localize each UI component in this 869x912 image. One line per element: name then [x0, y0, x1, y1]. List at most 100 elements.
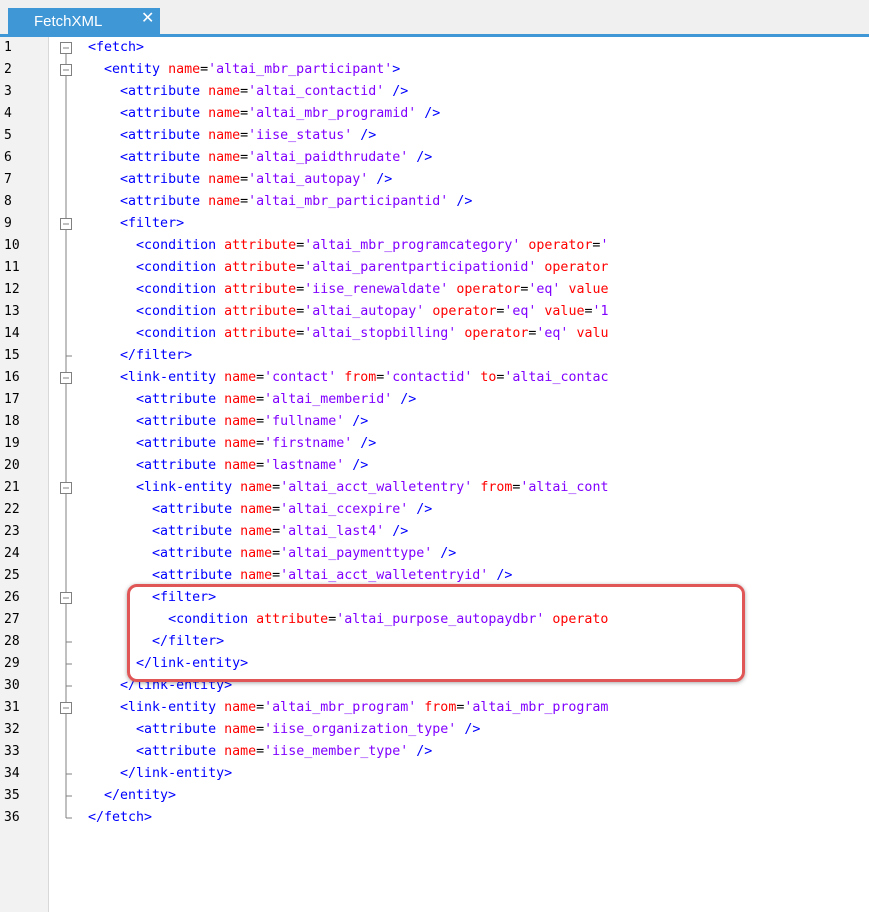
- xml-tag: />: [352, 458, 369, 473]
- fold-guide: [48, 433, 88, 455]
- code-line: 6 <attribute name='altai_paidthrudate' /…: [0, 147, 869, 169]
- xml-tag: <attribute: [120, 84, 201, 99]
- xml-attribute-name: operator: [432, 304, 497, 319]
- xml-tag: >: [392, 62, 401, 77]
- code-text: <fetch>: [88, 37, 144, 59]
- xml-text: [160, 62, 168, 77]
- xml-attribute-value: ': [600, 238, 609, 253]
- xml-tag: />: [416, 502, 433, 517]
- xml-tag: <condition: [136, 326, 217, 341]
- xml-tag: <attribute: [136, 744, 217, 759]
- xml-attribute-value: 'altai_contac: [504, 370, 609, 385]
- xml-text: =: [296, 304, 305, 319]
- fold-toggle-icon[interactable]: [48, 697, 88, 719]
- xml-tag: />: [416, 744, 433, 759]
- line-number: 17: [4, 392, 20, 407]
- xml-text: =: [256, 700, 265, 715]
- xml-text: [200, 128, 208, 143]
- xml-attribute-value: 'altai_autopay': [248, 172, 369, 187]
- fold-guide: [48, 257, 88, 279]
- xml-attribute-name: name: [240, 502, 273, 517]
- code-line: 16 <link-entity name='contact' from='con…: [0, 367, 869, 389]
- xml-tag: />: [464, 722, 481, 737]
- fold-toggle-icon[interactable]: [48, 477, 88, 499]
- xml-attribute-name: attribute: [224, 282, 297, 297]
- xml-attribute-name: operator: [456, 282, 521, 297]
- line-number: 3: [4, 84, 12, 99]
- xml-text: =: [240, 172, 249, 187]
- xml-attribute-value: 'altai_memberid': [264, 392, 393, 407]
- xml-tag: <attribute: [152, 524, 233, 539]
- close-icon[interactable]: ✕: [141, 10, 154, 28]
- xml-text: [232, 524, 240, 539]
- fold-toggle-icon[interactable]: [48, 37, 88, 59]
- code-line: 8 <attribute name='altai_mbr_participant…: [0, 191, 869, 213]
- xml-text: =: [296, 260, 305, 275]
- line-number: 22: [4, 502, 20, 517]
- fold-guide: [48, 389, 88, 411]
- xml-attribute-name: name: [208, 150, 241, 165]
- xml-attribute-value: 'altai_mbr_participant': [208, 62, 393, 77]
- xml-attribute-value: 'iise_organization_type': [264, 722, 457, 737]
- code-line: 17 <attribute name='altai_memberid' />: [0, 389, 869, 411]
- code-text: <attribute name='altai_mbr_programid' />: [88, 103, 440, 125]
- xml-attribute-name: name: [224, 744, 257, 759]
- code-line: 11 <condition attribute='altai_parentpar…: [0, 257, 869, 279]
- xml-tag: />: [360, 128, 377, 143]
- code-line: 10 <condition attribute='altai_mbr_progr…: [0, 235, 869, 257]
- xml-text: =: [256, 744, 265, 759]
- xml-tag: <attribute: [120, 106, 201, 121]
- line-number: 34: [4, 766, 20, 781]
- xml-attribute-name: attribute: [224, 238, 297, 253]
- xml-tag: </link-entity>: [120, 766, 233, 781]
- xml-attribute-value: 'altai_stopbilling': [304, 326, 457, 341]
- xml-attribute-name: name: [240, 568, 273, 583]
- fold-toggle-icon[interactable]: [48, 367, 88, 389]
- code-line: 36 </fetch>: [0, 807, 869, 829]
- code-text: <attribute name='firstname' />: [88, 433, 376, 455]
- fold-guide: [48, 125, 88, 147]
- fold-guide: [48, 411, 88, 433]
- xml-tag: />: [392, 84, 409, 99]
- line-number: 7: [4, 172, 12, 187]
- xml-attribute-name: value: [568, 282, 609, 297]
- line-number: 21: [4, 480, 20, 495]
- tab-label: FetchXML: [34, 13, 103, 30]
- tab-fetchxml[interactable]: FetchXML ✕: [8, 8, 160, 34]
- xml-text: =: [256, 722, 265, 737]
- code-text: </entity>: [88, 785, 176, 807]
- xml-attribute-value: 'iise_status': [248, 128, 353, 143]
- xml-text: =: [256, 414, 265, 429]
- xml-tag: />: [360, 436, 377, 451]
- line-number: 24: [4, 546, 20, 561]
- line-number: 1: [4, 40, 12, 55]
- line-number: 27: [4, 612, 20, 627]
- xml-text: =: [240, 150, 249, 165]
- code-text: <condition attribute='iise_renewaldate' …: [88, 279, 608, 301]
- xml-attribute-name: name: [224, 414, 257, 429]
- xml-text: [216, 370, 224, 385]
- xml-text: [216, 436, 224, 451]
- line-number: 16: [4, 370, 20, 385]
- fold-toggle-icon[interactable]: [48, 59, 88, 81]
- fold-toggle-icon[interactable]: [48, 587, 88, 609]
- xml-attribute-value: 'altai_mbr_program: [464, 700, 609, 715]
- xml-attribute-value: 'eq': [504, 304, 537, 319]
- code-text: </filter>: [88, 345, 192, 367]
- code-text: <condition attribute='altai_stopbilling'…: [88, 323, 608, 345]
- xml-attribute-name: operator: [544, 260, 609, 275]
- fold-guide: [48, 807, 88, 829]
- xml-tag: />: [424, 106, 441, 121]
- line-number: 23: [4, 524, 20, 539]
- xml-tag: <attribute: [152, 568, 233, 583]
- code-editor[interactable]: 1 <fetch> 2 <entity name='altai_mbr_partic…: [0, 37, 869, 912]
- xml-attribute-value: 'altai_paidthrudate': [248, 150, 409, 165]
- fold-toggle-icon[interactable]: [48, 213, 88, 235]
- xml-text: [216, 260, 224, 275]
- line-number: 33: [4, 744, 20, 759]
- fold-guide: [48, 345, 88, 367]
- line-number: 28: [4, 634, 20, 649]
- xml-text: [232, 502, 240, 517]
- xml-text: =: [296, 238, 305, 253]
- xml-attribute-name: operator: [464, 326, 529, 341]
